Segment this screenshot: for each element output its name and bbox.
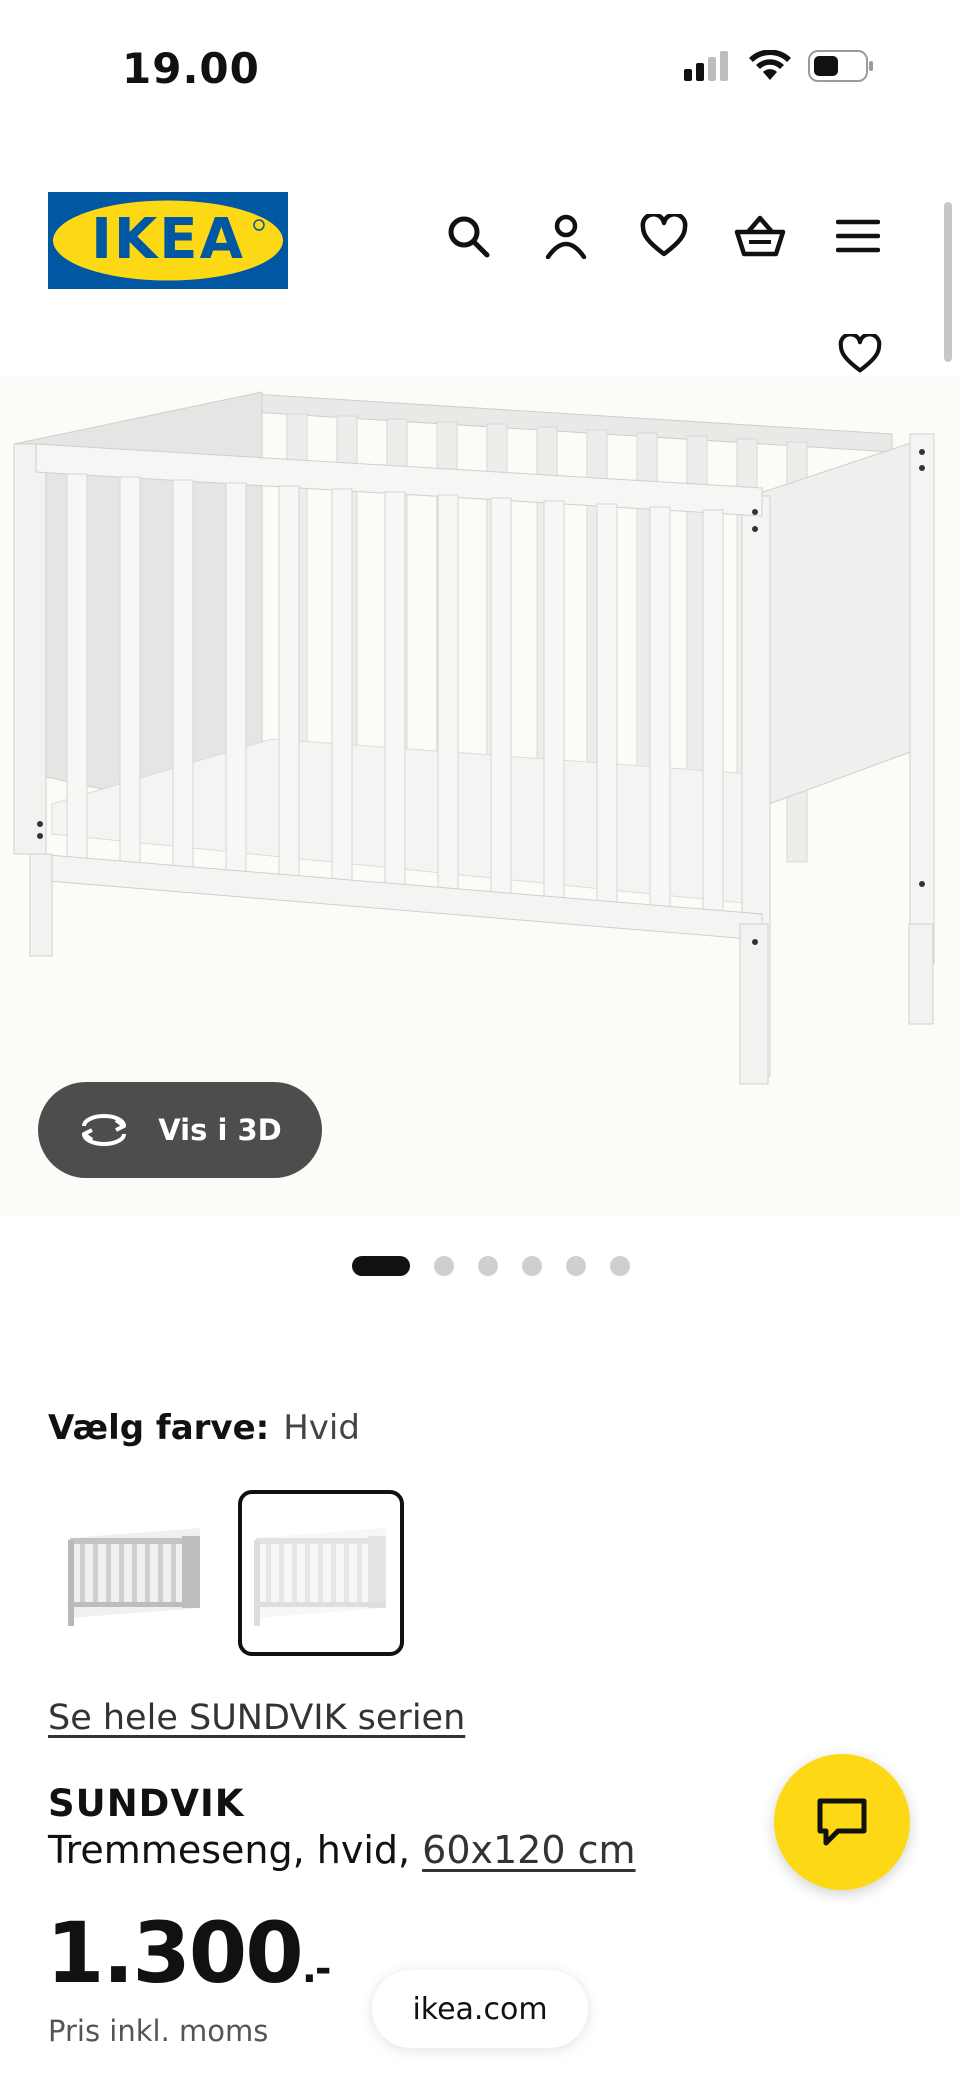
account-icon[interactable] <box>538 208 594 264</box>
status-time: 19.00 <box>122 44 260 93</box>
shopping-basket-icon[interactable] <box>732 208 788 264</box>
wifi-icon <box>749 50 791 80</box>
size-link[interactable]: 60x120 cm <box>422 1828 635 1872</box>
chat-button[interactable] <box>774 1754 910 1890</box>
crib-product-image <box>13 391 935 1085</box>
gallery-dot[interactable] <box>434 1256 454 1276</box>
series-link[interactable]: Se hele SUNDVIK serien <box>48 1698 465 1738</box>
chat-bubble-icon <box>817 1798 867 1846</box>
gallery-dot[interactable] <box>566 1256 586 1276</box>
url-text: ikea.com <box>412 1991 548 2027</box>
ikea-logo[interactable]: IKEA <box>48 192 288 289</box>
price-note: Pris inkl. moms <box>48 2014 269 2048</box>
cellular-signal-icon <box>684 51 728 81</box>
color-label: Vælg farve: <box>48 1408 270 1448</box>
view-in-3d-button[interactable]: Vis i 3D <box>38 1082 322 1178</box>
rotate-3d-icon <box>82 1114 127 1146</box>
scrollbar[interactable] <box>944 202 952 362</box>
status-icons <box>684 50 874 82</box>
battery-icon <box>808 50 873 82</box>
search-icon[interactable] <box>440 208 496 264</box>
heart-icon[interactable] <box>636 208 692 264</box>
product-description-text: Tremmeseng, hvid, <box>48 1828 423 1872</box>
color-selector-heading: Vælg farve: Hvid <box>48 1408 360 1448</box>
color-swatch-grey[interactable] <box>52 1490 218 1656</box>
gallery-dot[interactable] <box>352 1256 410 1276</box>
add-to-favourites-icon[interactable] <box>832 326 888 382</box>
price-suffix: .- <box>301 1946 332 1992</box>
product-price: 1.300.- <box>46 1904 332 2002</box>
gallery-pagination[interactable] <box>352 1256 630 1276</box>
logo-text: IKEA <box>91 207 245 272</box>
view-in-3d-label: Vis i 3D <box>158 1113 282 1147</box>
gallery-dot[interactable] <box>522 1256 542 1276</box>
price-value: 1.300 <box>46 1904 304 2002</box>
product-name: SUNDVIK <box>48 1782 245 1825</box>
menu-icon[interactable] <box>830 208 886 264</box>
color-swatch-white[interactable] <box>238 1490 404 1656</box>
color-value: Hvid <box>283 1408 360 1448</box>
product-description: Tremmeseng, hvid, 60x120 cm <box>48 1828 636 1872</box>
gallery-dot[interactable] <box>610 1256 630 1276</box>
browser-url-bar[interactable]: ikea.com <box>372 1970 588 2048</box>
gallery-dot[interactable] <box>478 1256 498 1276</box>
